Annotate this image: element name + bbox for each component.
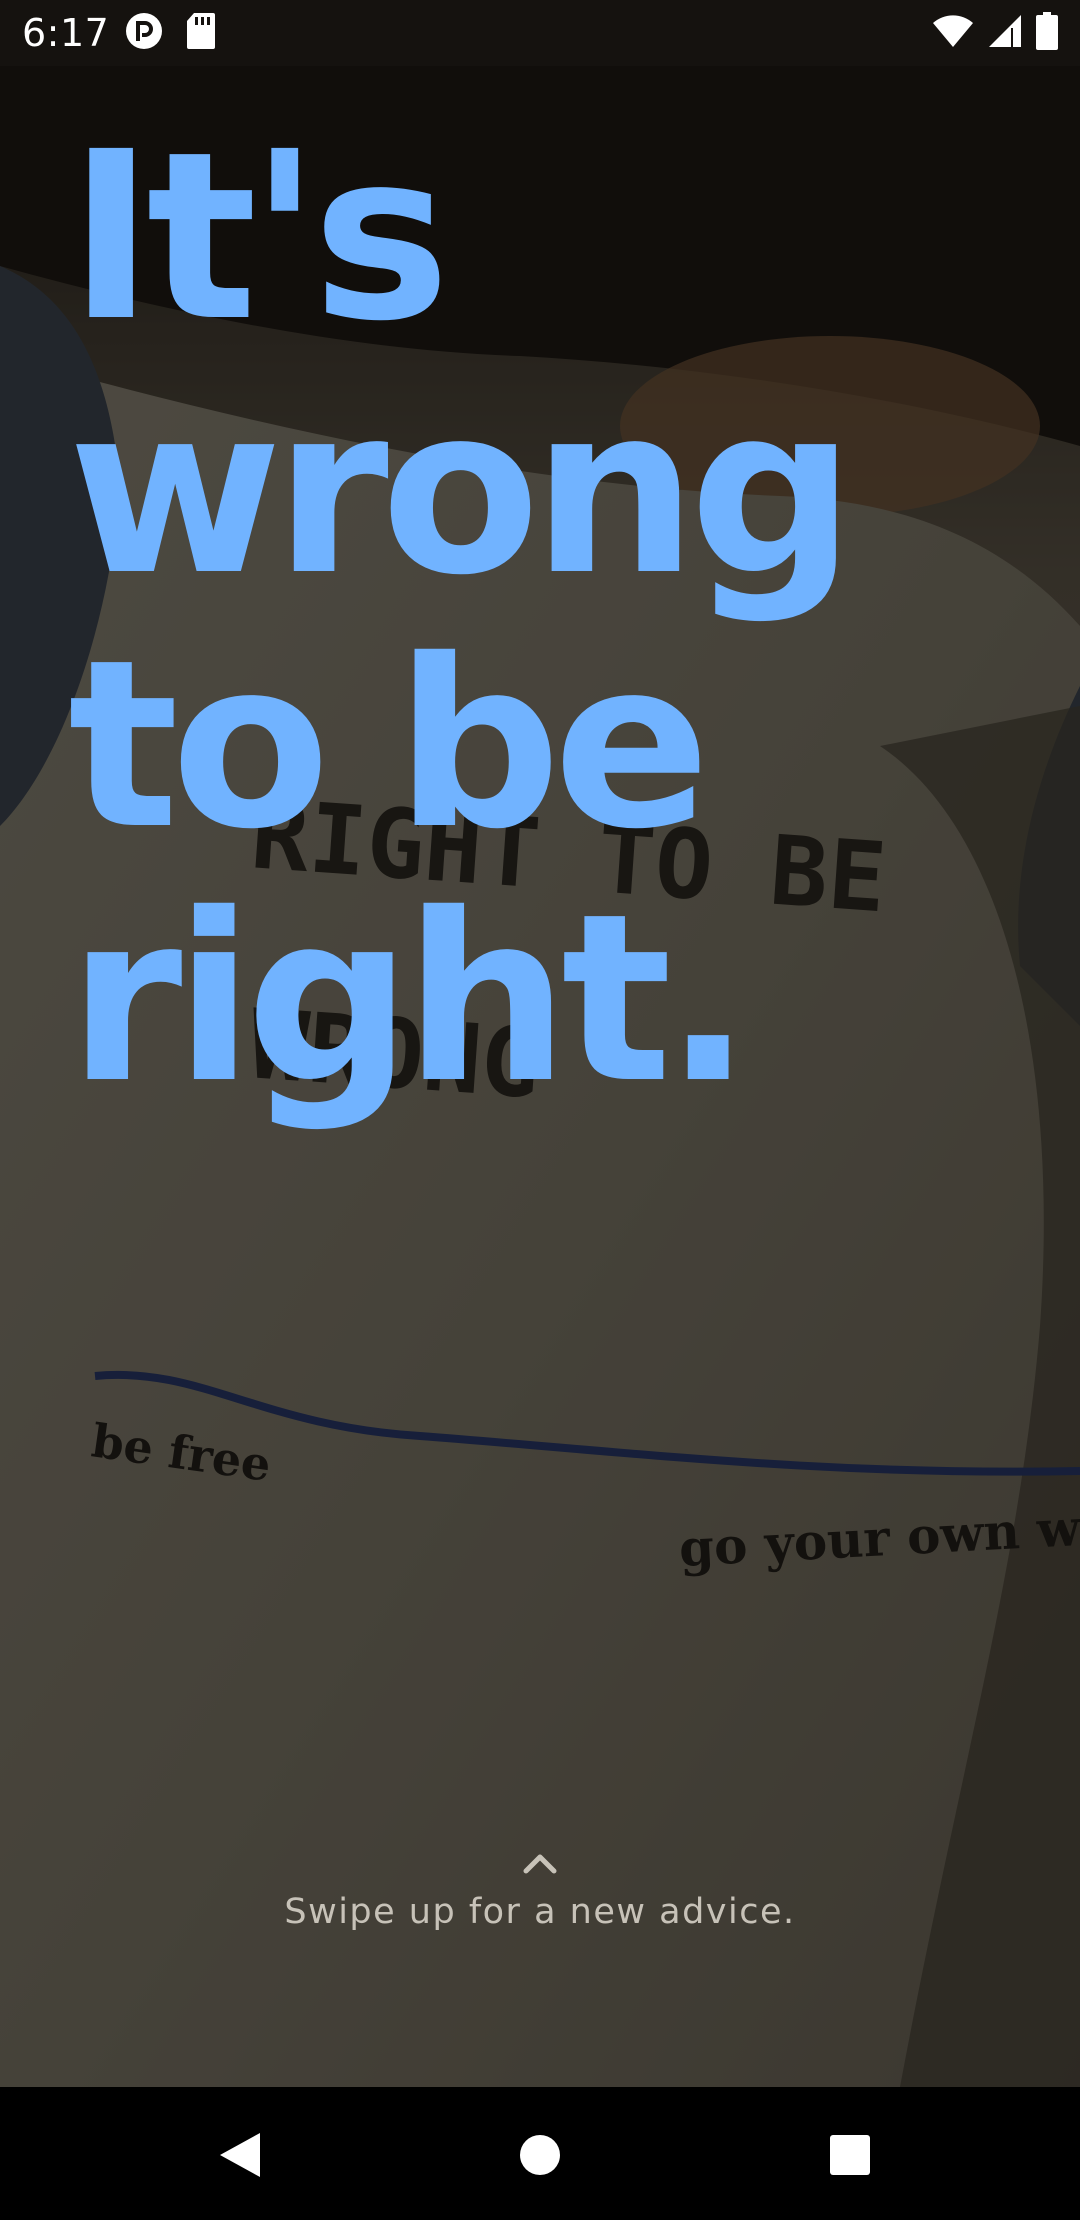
notification-app-icon	[124, 11, 164, 55]
battery-icon	[1036, 12, 1058, 54]
recents-icon	[830, 2135, 870, 2175]
advice-line: right.	[68, 864, 752, 1134]
advice-line: It's	[68, 102, 450, 372]
app-screen: 6:17 RIGHT TO BE WRONG be free go your o…	[0, 0, 1080, 2220]
sd-card-icon	[186, 12, 216, 54]
back-button[interactable]	[200, 2117, 280, 2193]
advice-text: It's wrong to be right.	[68, 110, 1048, 1126]
advice-line: to be	[68, 610, 710, 880]
home-icon	[520, 2135, 560, 2175]
status-time: 6:17	[22, 11, 110, 55]
status-left-icons	[124, 11, 216, 55]
wifi-icon	[932, 14, 974, 52]
cellular-signal-icon	[988, 14, 1022, 52]
recents-button[interactable]	[810, 2117, 890, 2193]
back-icon	[220, 2133, 260, 2177]
navigation-bar	[0, 2087, 1080, 2220]
chevron-up-icon	[523, 1854, 557, 1874]
swipe-hint[interactable]: Swipe up for a new advice.	[0, 1852, 1080, 1932]
swipe-hint-text: Swipe up for a new advice.	[284, 1892, 796, 1932]
home-button[interactable]	[500, 2117, 580, 2193]
status-right-icons	[932, 12, 1058, 54]
status-bar: 6:17	[0, 0, 1080, 66]
advice-line: wrong	[68, 356, 855, 626]
